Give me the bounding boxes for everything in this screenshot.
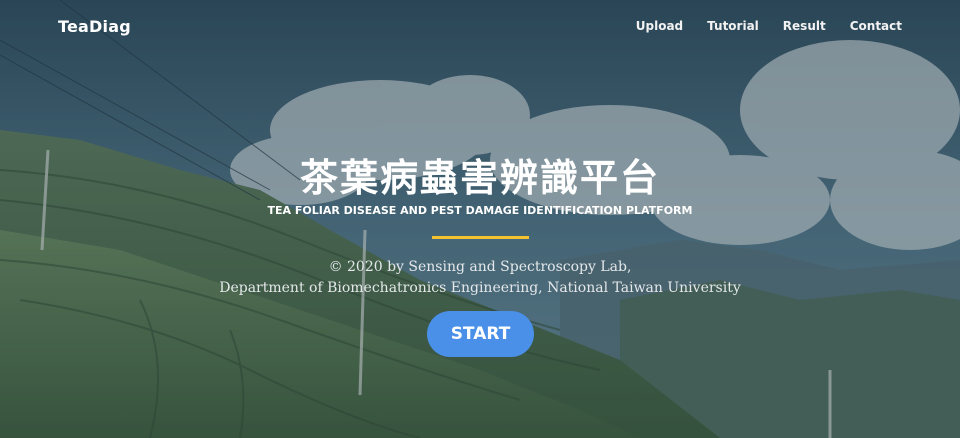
hero-dark-overlay (0, 0, 960, 438)
nav-link-upload[interactable]: Upload (636, 19, 683, 33)
nav-link-result[interactable]: Result (783, 19, 826, 33)
credit-line-department: Department of Biomechatronics Engineerin… (219, 280, 741, 296)
title-divider (432, 236, 529, 239)
top-navbar: TeaDiag Upload Tutorial Result Contact (0, 0, 960, 56)
nav-links: Upload Tutorial Result Contact (636, 19, 902, 33)
nav-link-tutorial[interactable]: Tutorial (707, 19, 759, 33)
nav-link-contact[interactable]: Contact (850, 19, 902, 33)
hero-section: TeaDiag Upload Tutorial Result Contact 茶… (0, 0, 960, 438)
credit-text: © 2020 by Sensing and Spectroscopy Lab, … (0, 257, 960, 299)
start-button[interactable]: START (427, 311, 534, 357)
page-title-chinese: 茶葉病蟲害辨識平台 (299, 156, 660, 200)
page-subtitle-english: TEA FOLIAR DISEASE AND PEST DAMAGE IDENT… (267, 204, 693, 217)
brand-logo-link[interactable]: TeaDiag (58, 17, 131, 36)
credit-line-lab: © 2020 by Sensing and Spectroscopy Lab, (328, 259, 632, 275)
